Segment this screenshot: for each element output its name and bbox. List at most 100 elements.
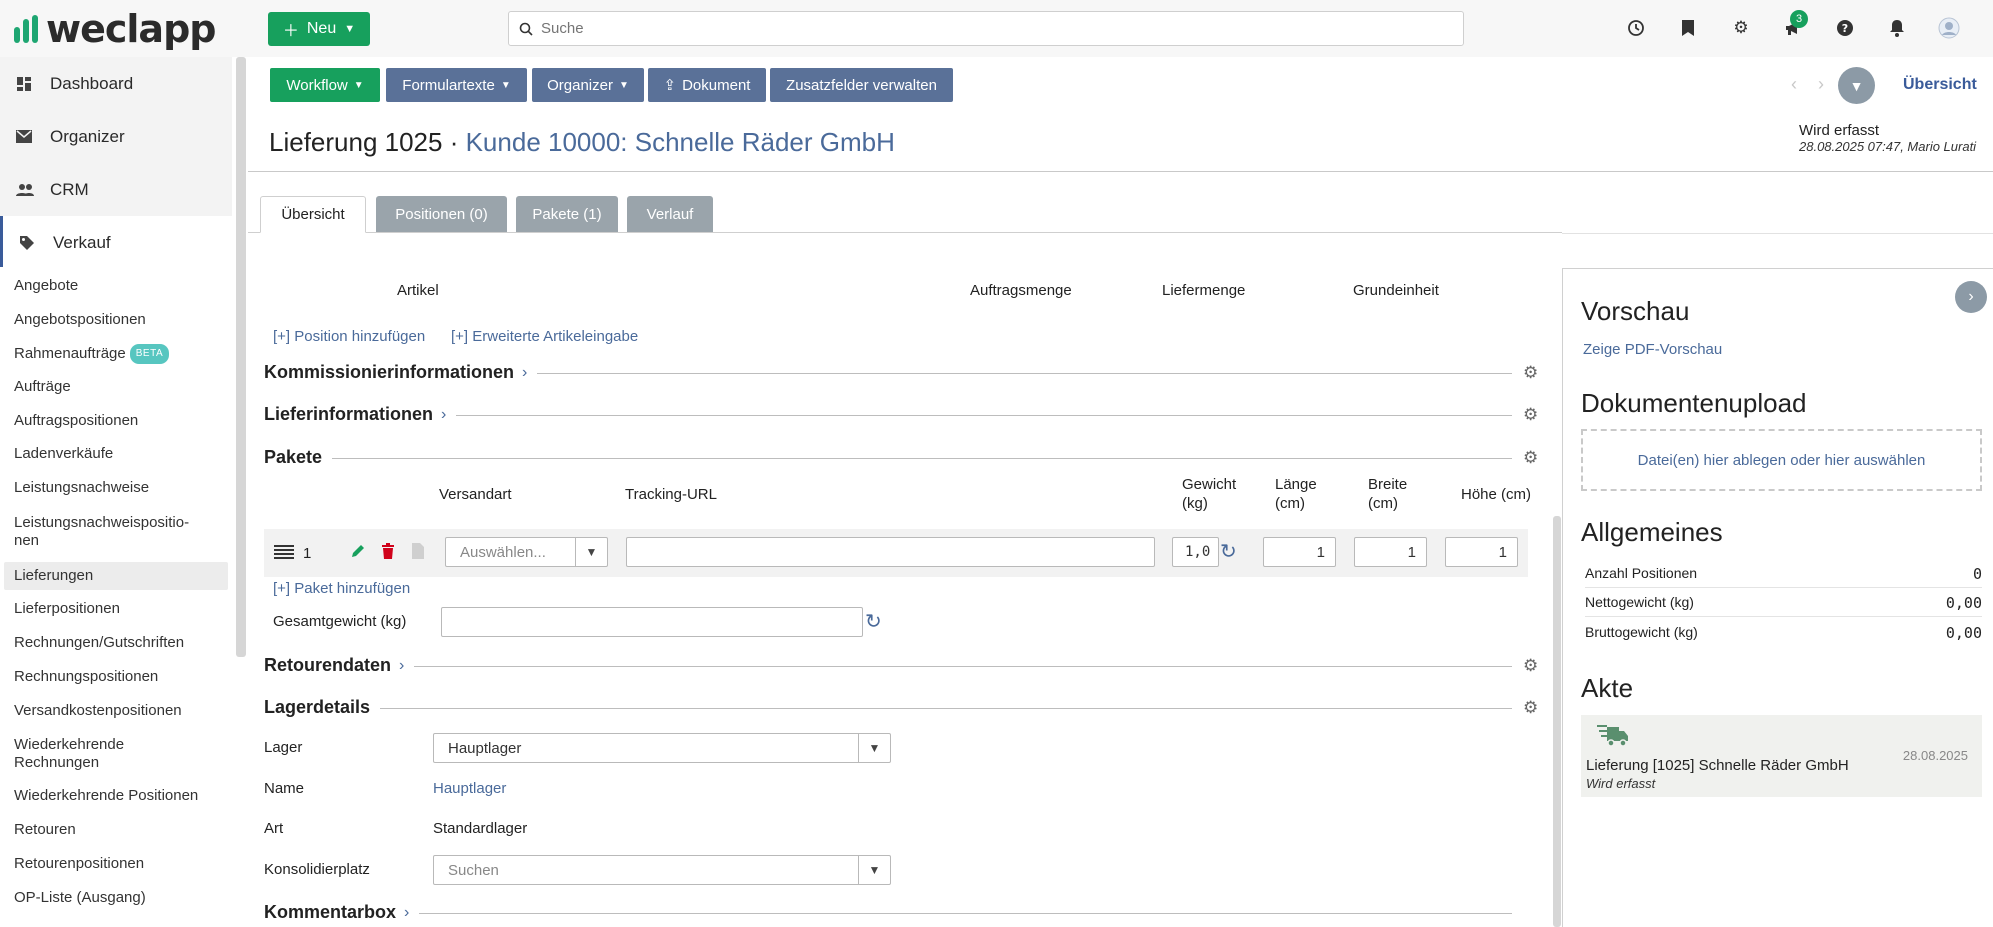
art-value: Standardlager xyxy=(433,820,528,837)
zusatzfelder-button[interactable]: Zusatzfelder verwalten xyxy=(770,68,953,102)
sidebar-item-crm[interactable]: CRM xyxy=(0,163,232,216)
search-icon xyxy=(519,22,533,36)
previous-record-icon[interactable]: ‹ xyxy=(1791,74,1797,95)
tab-verlauf[interactable]: Verlauf xyxy=(627,196,713,233)
add-package-link[interactable]: [+] Paket hinzufügen xyxy=(273,580,410,597)
sidebar-sub-retouren[interactable]: Retouren xyxy=(4,821,228,839)
drag-handle-icon[interactable] xyxy=(274,545,294,563)
pencil-icon[interactable] xyxy=(350,543,366,563)
dokument-button[interactable]: ⇪ Dokument xyxy=(648,68,766,102)
chevron-down-circle-icon[interactable]: ▼ xyxy=(1838,67,1875,104)
pdf-preview-link[interactable]: Zeige PDF-Vorschau xyxy=(1583,341,1722,358)
section-divider xyxy=(264,666,1512,667)
document-dropzone[interactable]: Datei(en) hier ablegen oder hier auswähl… xyxy=(1581,429,1982,491)
akte-entry[interactable]: Lieferung [1025] Schnelle Räder GmbH Wir… xyxy=(1581,715,1982,797)
sidebar-item-organizer[interactable]: Organizer xyxy=(0,110,232,163)
gear-icon[interactable]: ⚙ xyxy=(1728,15,1754,41)
sidebar-sub-angebotspositionen[interactable]: Angebotspositionen xyxy=(4,311,228,329)
sidebar-sub-retourenpositionen[interactable]: Retourenpositionen xyxy=(4,855,228,873)
sidebar-item-verkauf[interactable]: Verkauf xyxy=(0,216,232,269)
sidebar-sub-angebote[interactable]: Angebote xyxy=(4,277,228,295)
weclapp-logo[interactable]: weclapp xyxy=(14,7,216,51)
divider xyxy=(248,171,1993,172)
column-header-liefermenge: Liefermenge xyxy=(1162,282,1246,299)
sidebar-sub-versandkostenpositionen[interactable]: Versandkostenpositionen xyxy=(4,702,228,720)
svg-text:?: ? xyxy=(1842,22,1848,35)
gear-icon[interactable]: ⚙ xyxy=(1523,656,1538,676)
sidebar-sub-op-liste[interactable]: OP-Liste (Ausgang) xyxy=(4,889,228,907)
section-kommentarbox[interactable]: Kommentarbox › xyxy=(264,902,420,923)
refresh-icon[interactable]: ↻ xyxy=(1220,539,1237,564)
chevron-right-circle-icon[interactable]: › xyxy=(1955,281,1987,313)
konsolidierplatz-select[interactable]: Suchen ▼ xyxy=(433,855,891,885)
gear-icon[interactable]: ⚙ xyxy=(1523,698,1538,718)
width-input[interactable]: 1 xyxy=(1354,537,1427,567)
lager-name-link[interactable]: Hauptlager xyxy=(433,780,506,797)
sidebar: Dashboard Organizer CRM Verkauf Angebote… xyxy=(0,57,248,927)
overview-link[interactable]: Übersicht xyxy=(1903,76,1977,94)
workflow-button[interactable]: Workflow ▼ xyxy=(270,68,380,102)
customer-link[interactable]: Kunde 10000: Schnelle Räder GmbH xyxy=(466,127,895,157)
chevron-down-icon: ▼ xyxy=(618,79,629,91)
section-kommissionierinformationen[interactable]: Kommissionierinformationen › xyxy=(264,362,538,383)
akte-entry-status: Wird erfasst xyxy=(1586,776,1656,791)
general-row: Anzahl Positionen 0 xyxy=(1585,565,1982,588)
tab-positionen[interactable]: Positionen (0) xyxy=(376,196,507,233)
new-button[interactable]: ＋ Neu ▼ xyxy=(268,12,370,46)
next-record-icon[interactable]: › xyxy=(1818,74,1824,95)
sidebar-sub-rechnungspositionen[interactable]: Rechnungspositionen xyxy=(4,668,228,686)
sidebar-sub-auftragspositionen[interactable]: Auftragspositionen xyxy=(4,412,228,430)
package-number: 1 xyxy=(303,545,312,562)
chevron-right-icon: › xyxy=(399,656,405,674)
column-header-hoehe: Höhe (cm) xyxy=(1461,486,1532,503)
history-icon[interactable] xyxy=(1623,15,1649,41)
trash-icon[interactable] xyxy=(381,543,395,563)
formulartexte-button[interactable]: Formulartexte ▼ xyxy=(386,68,527,102)
tracking-url-input[interactable] xyxy=(626,537,1155,567)
general-key: Bruttogewicht (kg) xyxy=(1585,624,1698,640)
section-retourendaten[interactable]: Retourendaten › xyxy=(264,655,415,676)
header-line: Gewicht xyxy=(1182,476,1237,493)
sidebar-sub-lieferpositionen[interactable]: Lieferpositionen xyxy=(4,600,228,618)
content-scrollbar[interactable] xyxy=(1553,516,1561,927)
sidebar-sub-leistungsnachweise[interactable]: Leistungsnachweise xyxy=(4,479,228,497)
section-lieferinformationen[interactable]: Lieferinformationen › xyxy=(264,404,457,425)
sidebar-item-dashboard[interactable]: Dashboard xyxy=(0,57,232,110)
column-header-auftragsmenge: Auftragsmenge xyxy=(970,282,1072,299)
lager-select[interactable]: Hauptlager ▼ xyxy=(433,733,891,763)
bell-icon[interactable] xyxy=(1884,15,1910,41)
help-icon[interactable]: ? xyxy=(1832,15,1858,41)
advanced-entry-link[interactable]: [+] Erweiterte Artikeleingabe xyxy=(451,328,638,345)
akte-title: Akte xyxy=(1581,673,1634,703)
gear-icon[interactable]: ⚙ xyxy=(1523,405,1538,425)
length-input[interactable]: 1 xyxy=(1263,537,1336,567)
sidebar-scrollbar[interactable] xyxy=(236,57,246,657)
organizer-button[interactable]: Organizer ▼ xyxy=(532,68,644,102)
status-meta: 28.08.2025 07:47, Mario Lurati xyxy=(1799,139,1977,154)
global-search[interactable] xyxy=(508,11,1464,46)
search-input[interactable] xyxy=(541,20,1441,37)
tab-uebersicht[interactable]: Übersicht xyxy=(260,196,366,233)
versandart-placeholder: Auswählen... xyxy=(460,543,546,561)
avatar[interactable] xyxy=(1936,15,1962,41)
sidebar-sub-auftraege[interactable]: Aufträge xyxy=(4,378,228,396)
height-input[interactable]: 1 xyxy=(1445,537,1518,567)
column-header-artikel: Artikel xyxy=(397,282,439,299)
total-weight-input[interactable] xyxy=(441,607,863,637)
sidebar-sub-lieferungen[interactable]: Lieferungen xyxy=(4,562,228,590)
sidebar-sub-rechnungen[interactable]: Rechnungen/Gutschriften xyxy=(4,634,228,652)
add-position-link[interactable]: [+] Position hinzufügen xyxy=(273,328,425,345)
sidebar-sub-leistungsnachweispositionen[interactable]: Leistungsnachweispositio-nen xyxy=(4,514,228,550)
gear-icon[interactable]: ⚙ xyxy=(1523,363,1538,383)
bookmark-icon[interactable] xyxy=(1675,15,1701,41)
versandart-select[interactable]: Auswählen... ▼ xyxy=(445,537,608,567)
refresh-icon[interactable]: ↻ xyxy=(865,609,882,634)
tab-pakete[interactable]: Pakete (1) xyxy=(516,196,618,233)
new-button-label: Neu xyxy=(306,20,337,37)
weight-input[interactable]: 1,0 xyxy=(1172,537,1219,567)
sidebar-sub-ladenverkaeufe[interactable]: Ladenverkäufe xyxy=(4,445,228,463)
sidebar-sub-wiederkehrende-rechnungen[interactable]: Wiederkehrende Rechnungen xyxy=(4,736,228,772)
sidebar-sub-wiederkehrende-positionen[interactable]: Wiederkehrende Positionen xyxy=(4,787,228,805)
sidebar-sub-rahmenauftraege[interactable]: Rahmenaufträge BETA xyxy=(4,344,228,364)
gear-icon[interactable]: ⚙ xyxy=(1523,448,1538,468)
